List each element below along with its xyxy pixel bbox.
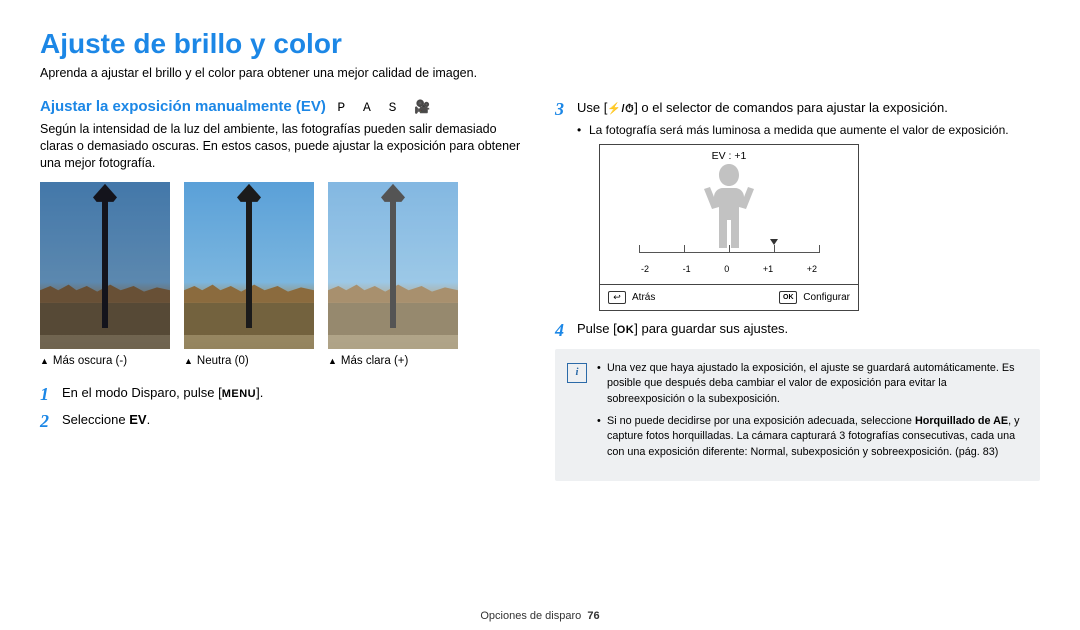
step-text: ].	[256, 385, 263, 400]
step-text: Pulse [	[577, 321, 617, 336]
photo-neutral: ▲ Neutra (0)	[184, 182, 314, 367]
step-number: 3	[555, 96, 564, 123]
back-label: Atrás	[632, 290, 655, 305]
caption-text: Neutra (0)	[197, 355, 249, 367]
step-number: 1	[40, 381, 49, 408]
step-text: ] para guardar sus ajustes.	[634, 321, 788, 336]
right-column: 3 Use [⚡/⏱] o el selector de comandos pa…	[555, 98, 1040, 481]
example-image	[328, 182, 458, 349]
photo-brighter: ▲ Más clara (+)	[328, 182, 458, 367]
caption-text: Más clara (+)	[341, 355, 408, 367]
preview-area: EV : +1 -2 -1	[600, 145, 858, 285]
section-heading: Ajustar la exposición manualmente (EV)	[40, 98, 326, 115]
sub-bullet: La fotografía será más luminosa a medida…	[577, 122, 1040, 139]
tick-label: -1	[683, 263, 691, 277]
photo-darker: ▲ Más oscura (-)	[40, 182, 170, 367]
sub-bullets: La fotografía será más luminosa a medida…	[577, 122, 1040, 139]
two-column-layout: Ajustar la exposición manualmente (EV) P…	[40, 98, 1040, 481]
steps-left: 1 En el modo Disparo, pulse [MENU]. 2 Se…	[40, 383, 525, 430]
step-3: 3 Use [⚡/⏱] o el selector de comandos pa…	[555, 98, 1040, 311]
step-text: .	[147, 412, 151, 427]
ok-label: Configurar	[803, 290, 850, 305]
info-icon: i	[567, 363, 587, 383]
tick-label: +1	[763, 263, 773, 277]
tick-label: +2	[807, 263, 817, 277]
camera-preview-frame: EV : +1 -2 -1	[599, 144, 859, 311]
ok-key-icon: OK	[779, 291, 797, 304]
caption-text: Más oscura (-)	[53, 355, 127, 367]
note-box: i Una vez que haya ajustado la exposició…	[555, 349, 1040, 481]
note-item: Una vez que haya ajustado la exposición,…	[597, 361, 1026, 408]
mode-icons: P A S 🎥	[337, 100, 435, 115]
section-description: Según la intensidad de la luz del ambien…	[40, 121, 525, 172]
ev-scale: -2 -1 0 +1 +2	[639, 252, 819, 276]
step-text: Use [	[577, 100, 607, 115]
example-image	[184, 182, 314, 349]
example-photo-row: ▲ Más oscura (-) ▲ Neutra (0) ▲ Más clara (…	[40, 182, 525, 367]
page: Ajuste de brillo y color Aprenda a ajust…	[0, 0, 1080, 501]
menu-key-icon: MENU	[222, 386, 256, 403]
triangle-icon: ▲	[184, 356, 193, 366]
left-column: Ajustar la exposición manualmente (EV) P…	[40, 98, 525, 481]
photo-caption: ▲ Neutra (0)	[184, 355, 314, 367]
preview-footer: ↩ Atrás OK Configurar	[600, 285, 858, 310]
ev-tick-labels: -2 -1 0 +1 +2	[639, 263, 819, 277]
tick-label: -2	[641, 263, 649, 277]
note-bold: Horquillado de AE	[915, 415, 1008, 427]
page-title: Ajuste de brillo y color	[40, 28, 1040, 60]
section-header: Ajustar la exposición manualmente (EV) P…	[40, 98, 525, 115]
step-2: 2 Seleccione EV.	[40, 410, 525, 430]
step-1: 1 En el modo Disparo, pulse [MENU].	[40, 383, 525, 403]
example-image	[40, 182, 170, 349]
note-item: Si no puede decidirse por una exposición…	[597, 414, 1026, 461]
note-text: Si no puede decidirse por una exposición…	[607, 415, 915, 427]
step-text: ] o el selector de comandos para ajustar…	[634, 100, 948, 115]
footer-page-number: 76	[587, 610, 599, 622]
back-key-icon: ↩	[608, 291, 626, 304]
steps-right: 3 Use [⚡/⏱] o el selector de comandos pa…	[555, 98, 1040, 339]
footer-section: Opciones de disparo	[480, 610, 581, 622]
ok-key-icon: OK	[617, 322, 635, 339]
page-footer: Opciones de disparo 76	[0, 610, 1080, 622]
step-text: En el modo Disparo, pulse [	[62, 385, 222, 400]
note-list: Una vez que haya ajustado la exposición,…	[597, 361, 1026, 467]
flash-timer-key-icon: ⚡/⏱	[607, 101, 634, 118]
triangle-icon: ▲	[328, 356, 337, 366]
tick-label: 0	[724, 263, 729, 277]
intro-text: Aprenda a ajustar el brillo y el color p…	[40, 66, 1040, 80]
step-4: 4 Pulse [OK] para guardar sus ajustes.	[555, 319, 1040, 339]
person-silhouette-icon	[694, 162, 764, 248]
triangle-icon: ▲	[40, 356, 49, 366]
step-text: Seleccione	[62, 412, 129, 427]
step-number: 2	[40, 408, 49, 435]
ev-pointer-icon	[770, 239, 778, 245]
step-number: 4	[555, 317, 564, 344]
photo-caption: ▲ Más oscura (-)	[40, 355, 170, 367]
photo-caption: ▲ Más clara (+)	[328, 355, 458, 367]
ev-keyword: EV	[129, 412, 146, 427]
